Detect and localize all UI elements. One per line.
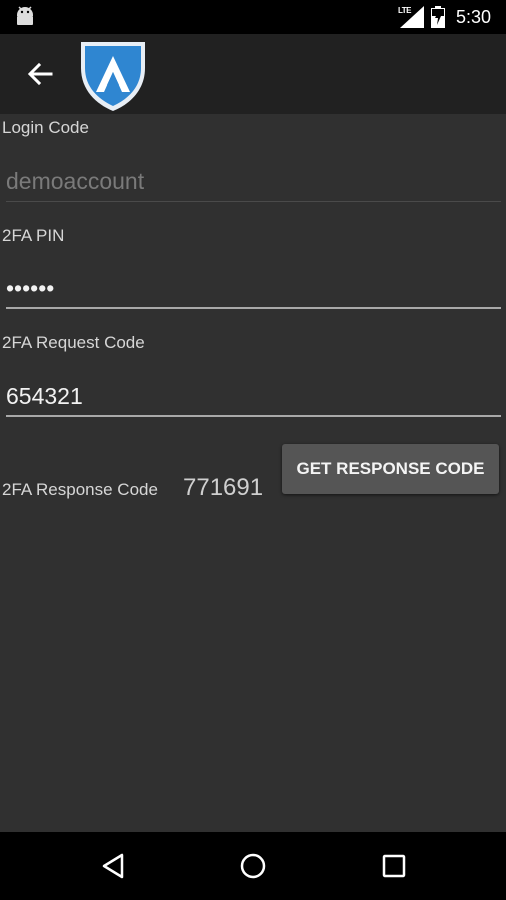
login-code-field[interactable]: demoaccount [6,158,501,202]
android-icon [17,6,33,25]
recents-square-icon[interactable] [378,850,410,882]
pin-label: 2FA PIN [2,226,65,245]
arrow-left-icon [27,62,53,86]
shield-logo-icon [81,42,145,111]
back-triangle-icon[interactable] [98,850,130,882]
response-code-label: 2FA Response Code [2,480,158,499]
battery-icon [431,6,445,28]
app-bar [0,34,506,114]
navigation-bar [0,832,506,900]
login-code-label: Login Code [2,118,89,137]
status-bar: LTE 5:30 [0,0,506,34]
request-code-field[interactable]: 654321 [6,373,501,417]
get-response-code-button[interactable]: GET RESPONSE CODE [282,444,499,494]
signal-icon [400,6,424,28]
clock: 5:30 [456,7,492,27]
request-code-label: 2FA Request Code [2,333,145,352]
home-circle-icon[interactable] [237,850,269,882]
pin-field[interactable]: •••••• [6,265,501,309]
response-code-value: 771691 [183,474,264,501]
back-button[interactable] [24,58,56,90]
